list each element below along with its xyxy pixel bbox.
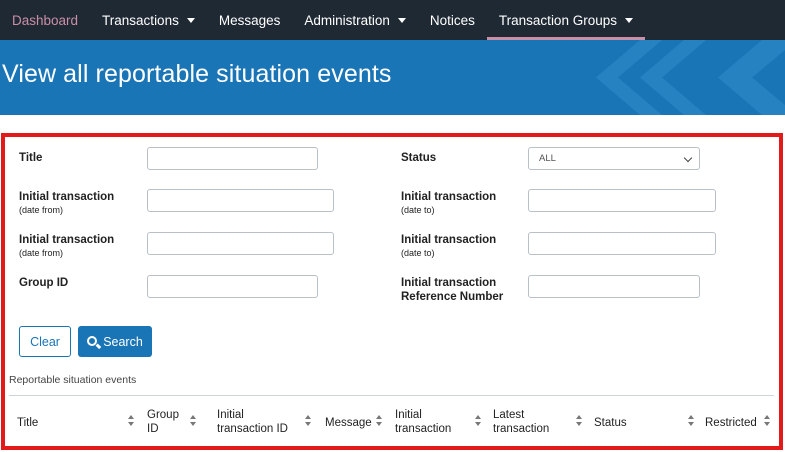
nav-transactions[interactable]: Transactions: [90, 0, 207, 40]
sort-icon[interactable]: [305, 415, 311, 427]
page-title: View all reportable situation events: [2, 60, 392, 88]
group-id-label: Group ID: [19, 277, 69, 289]
sort-icon[interactable]: [764, 415, 770, 427]
nav-dashboard[interactable]: Dashboard: [0, 0, 90, 40]
nav-messages[interactable]: Messages: [207, 0, 293, 40]
initial-date-to-input-2[interactable]: [528, 232, 716, 255]
nav-notices-label: Notices: [429, 12, 475, 28]
page-banner: View all reportable situation events: [0, 40, 785, 115]
column-header-latest-transaction[interactable]: Latest transaction: [493, 408, 549, 436]
table-caption: Reportable situation events: [9, 374, 137, 386]
nav-administration-label: Administration: [304, 12, 390, 28]
caret-down-icon: [624, 17, 633, 23]
initial-date-to-label-2: Initial transaction (date to): [401, 234, 497, 258]
nav-transactions-label: Transactions: [102, 12, 179, 28]
title-label: Title: [19, 152, 43, 164]
reference-number-label: Initial transaction Reference Number: [401, 277, 504, 303]
reference-number-input[interactable]: [528, 275, 700, 298]
column-header-initial-transaction-id[interactable]: Initial transaction ID: [217, 408, 288, 436]
nav-notices[interactable]: Notices: [418, 0, 487, 40]
column-header-status[interactable]: Status: [594, 416, 627, 430]
clear-button-label: Clear: [30, 334, 60, 349]
title-input[interactable]: [147, 147, 318, 170]
search-button-label: Search: [103, 334, 143, 349]
initial-date-from-input[interactable]: [147, 189, 334, 212]
sort-icon[interactable]: [190, 415, 196, 427]
column-header-restricted[interactable]: Restricted: [705, 416, 757, 430]
initial-date-from-label: Initial transaction (date from): [19, 191, 115, 215]
status-select[interactable]: ALL: [528, 147, 700, 170]
chevron-down-icon: [683, 153, 693, 163]
column-header-message[interactable]: Message: [325, 416, 372, 430]
clear-button[interactable]: Clear: [19, 326, 71, 357]
nav-dashboard-label: Dashboard: [12, 12, 79, 28]
sort-icon[interactable]: [475, 415, 481, 427]
sort-icon[interactable]: [576, 415, 582, 427]
status-selected-value: ALL: [539, 153, 556, 164]
initial-date-to-input[interactable]: [528, 189, 716, 212]
sort-icon[interactable]: [688, 415, 694, 427]
group-id-input[interactable]: [147, 275, 318, 298]
search-icon: [87, 335, 98, 346]
sort-icon[interactable]: [128, 415, 134, 427]
column-header-initial-transaction[interactable]: Initial transaction: [395, 408, 451, 436]
caret-down-icon: [186, 17, 195, 23]
caret-down-icon: [397, 17, 406, 23]
initial-date-from-label-2: Initial transaction (date from): [19, 234, 115, 258]
initial-date-to-label: Initial transaction (date to): [401, 191, 497, 215]
filter-panel: Title Status ALL Initial transaction (dat…: [1, 133, 783, 450]
search-button[interactable]: Search: [78, 326, 152, 357]
table-divider: [9, 395, 774, 396]
status-label: Status: [401, 152, 437, 164]
nav-transaction-groups[interactable]: Transaction Groups: [486, 0, 646, 40]
top-navigation: Dashboard Transactions Messages Administ…: [0, 0, 785, 40]
sort-icon[interactable]: [376, 415, 382, 427]
column-header-group-id[interactable]: Group ID: [147, 408, 179, 436]
initial-date-from-input-2[interactable]: [147, 232, 334, 255]
column-header-title[interactable]: Title: [17, 416, 38, 430]
nav-messages-label: Messages: [218, 12, 281, 28]
nav-transaction-groups-label: Transaction Groups: [498, 12, 617, 28]
nav-administration[interactable]: Administration: [292, 0, 418, 40]
